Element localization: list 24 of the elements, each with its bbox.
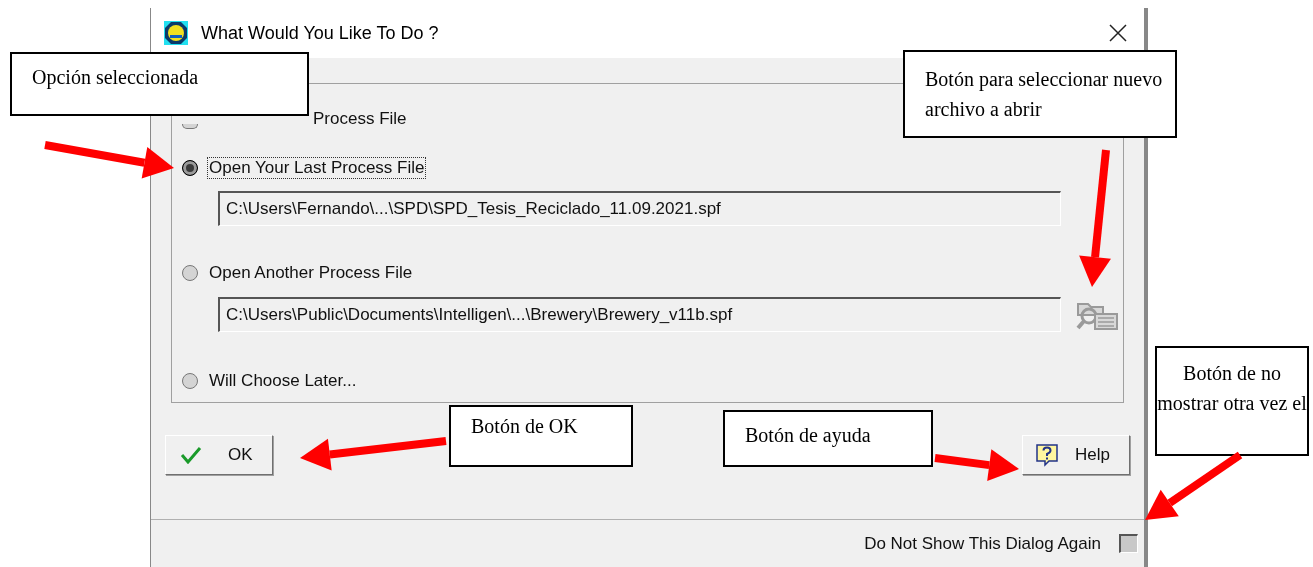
checkmark-icon	[180, 446, 202, 464]
radio-button[interactable]	[182, 124, 198, 129]
window-title: What Would You Like To Do ?	[201, 21, 439, 45]
file-path-field[interactable]: C:\Users\Public\Documents\Intelligen\...\Brewery\Brewery_v11b.spf	[218, 296, 1061, 332]
callout-box: Opción seleccionada	[10, 52, 309, 116]
radio-button[interactable]	[182, 160, 198, 176]
ok-button[interactable]: OK	[165, 435, 273, 475]
callout-box: Botón para seleccionar nuevo archivo a abrir	[903, 50, 1177, 138]
radio-button[interactable]	[182, 265, 198, 281]
option-label[interactable]: Process File	[312, 109, 408, 129]
dont-show-checkbox[interactable]	[1119, 534, 1138, 553]
app-logo-icon	[164, 21, 188, 45]
help-icon	[1035, 443, 1059, 467]
dont-show-label: Do Not Show This Dialog Again	[864, 532, 1101, 555]
option-label[interactable]: Will Choose Later...	[208, 371, 358, 391]
file-path-field[interactable]: C:\Users\Fernando\...\SPD\SPD_Tesis_Reciclado_11.09.2021.spf	[218, 191, 1061, 226]
callout-box: Botón de no mostrar otra vez el	[1155, 346, 1309, 456]
callout-box: Botón de OK	[449, 405, 633, 467]
close-icon[interactable]	[1109, 24, 1127, 42]
option-label[interactable]: Open Another Process File	[208, 263, 414, 283]
help-button[interactable]: Help	[1022, 435, 1130, 475]
option-label[interactable]: Open Your Last Process File	[208, 158, 426, 178]
callout-box: Botón de ayuda	[723, 410, 933, 467]
radio-button[interactable]	[182, 373, 198, 389]
